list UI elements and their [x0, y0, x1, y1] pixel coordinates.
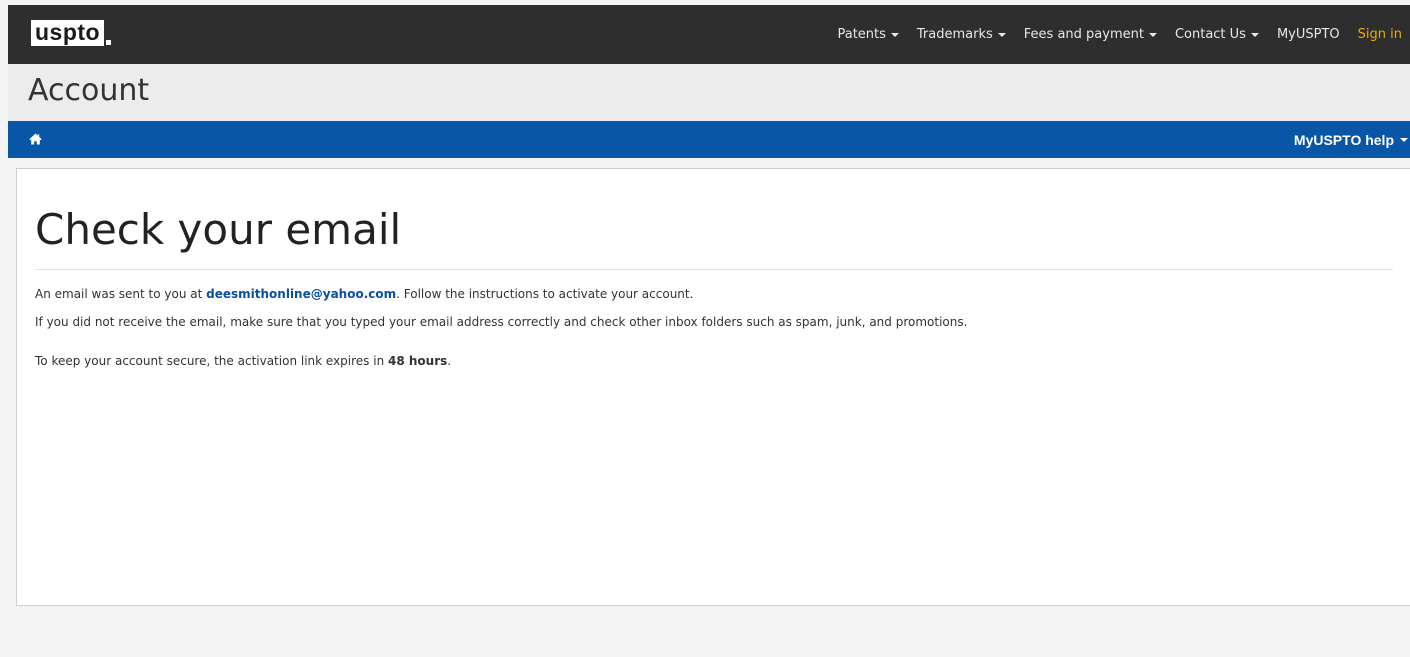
- help-label: MyUSPTO help: [1293, 131, 1394, 148]
- page-title: Account: [28, 73, 150, 108]
- page-title-band: Account: [8, 64, 1410, 121]
- top-navbar: uspto Patents Trademarks Fees and paymen…: [8, 5, 1410, 64]
- expiry-duration: 48 hours: [388, 354, 448, 368]
- sign-in-link[interactable]: Sign in: [1358, 27, 1402, 42]
- nav-patents[interactable]: Patents: [837, 27, 899, 42]
- line3-prefix: To keep your account secure, the activat…: [35, 354, 388, 368]
- nav-trademarks-label: Trademarks: [916, 27, 993, 42]
- nav-myuspto[interactable]: MyUSPTO: [1277, 27, 1340, 42]
- not-received-message: If you did not receive the email, make s…: [35, 315, 968, 329]
- expiry-message: To keep your account secure, the activat…: [35, 354, 451, 368]
- myuspto-help-dropdown[interactable]: MyUSPTO help: [1294, 121, 1410, 158]
- sign-in-label: Sign in: [1357, 27, 1402, 42]
- nav-trademarks[interactable]: Trademarks: [917, 27, 1006, 42]
- divider: [35, 269, 1393, 270]
- main-nav: Patents Trademarks Fees and payment Cont…: [837, 5, 1410, 64]
- nav-contact-label: Contact Us: [1174, 27, 1246, 42]
- logo-dot: [106, 40, 112, 45]
- logo-text: uspto: [31, 20, 105, 46]
- nav-fees-and-payment[interactable]: Fees and payment: [1024, 27, 1157, 42]
- chevron-down-icon: [997, 33, 1006, 37]
- email-address: deesmithonline@yahoo.com: [206, 287, 397, 301]
- chevron-down-icon: [1250, 33, 1259, 37]
- line1-prefix: An email was sent to you at: [35, 287, 207, 301]
- email-sent-message: An email was sent to you at deesmithonli…: [35, 287, 693, 301]
- chevron-down-icon: [890, 33, 899, 37]
- nav-myuspto-label: MyUSPTO: [1276, 27, 1340, 42]
- sub-navbar: MyUSPTO help: [8, 121, 1410, 158]
- line3-suffix: .: [447, 354, 452, 368]
- uspto-logo[interactable]: uspto: [31, 20, 112, 46]
- nav-patents-label: Patents: [837, 27, 886, 42]
- nav-fees-label: Fees and payment: [1023, 27, 1144, 42]
- chevron-down-icon: [1148, 33, 1157, 37]
- content-heading: Check your email: [35, 205, 402, 254]
- home-icon[interactable]: [29, 133, 42, 145]
- content-card: Check your email An email was sent to yo…: [16, 168, 1410, 606]
- nav-contact-us[interactable]: Contact Us: [1175, 27, 1259, 42]
- chevron-down-icon: [1400, 138, 1408, 142]
- line1-suffix: . Follow the instructions to activate yo…: [396, 287, 694, 301]
